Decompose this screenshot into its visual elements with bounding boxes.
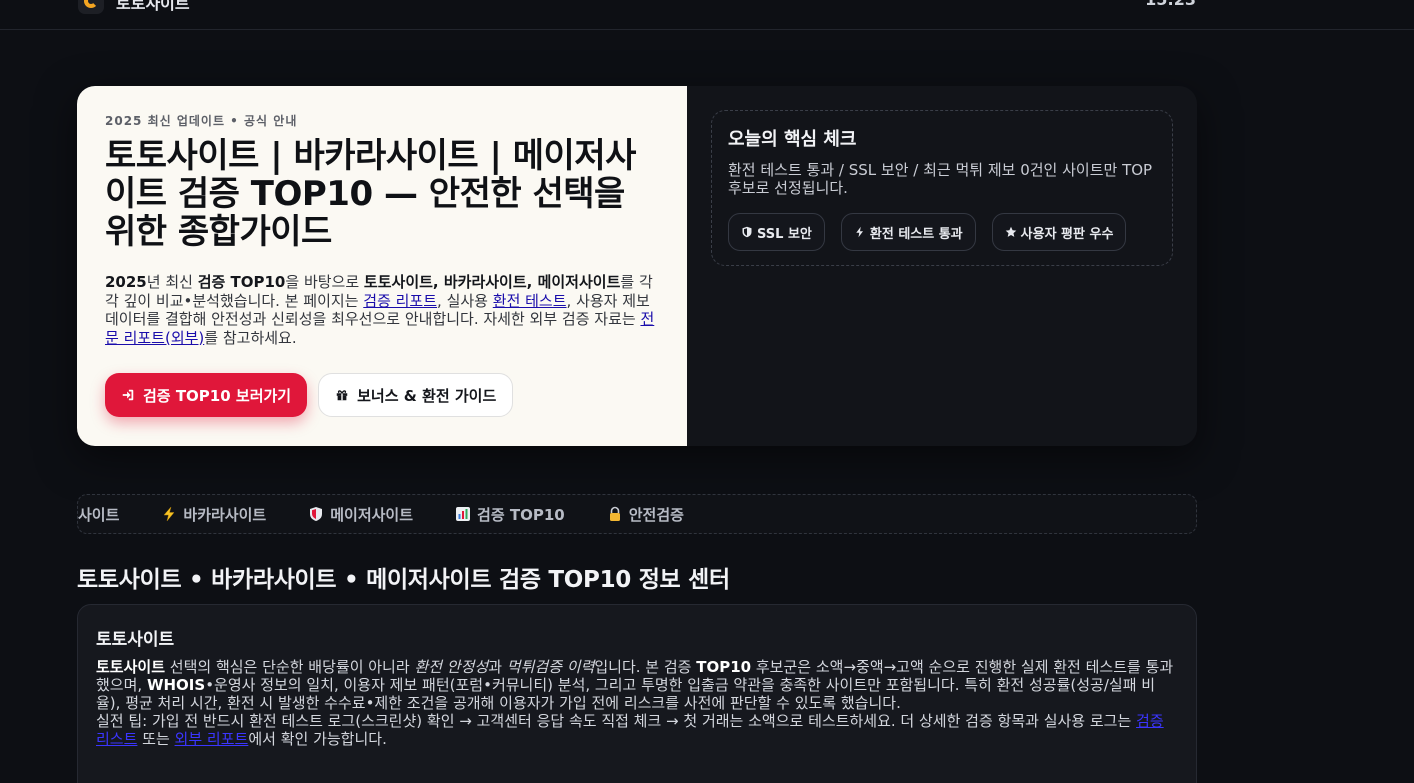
card-bold: TOP10 bbox=[696, 658, 752, 676]
chip-reputation[interactable]: 사용자 평판 우수 bbox=[991, 213, 1127, 251]
hero-eyebrow: 2025 최신 업데이트 • 공식 안내 bbox=[105, 114, 298, 128]
shield-icon bbox=[310, 507, 323, 521]
ticker-item-safety[interactable]: 안전검증 bbox=[607, 504, 684, 525]
ticker-label: 안전검증 bbox=[628, 505, 684, 524]
card-paragraph: 토토사이트 선택의 핵심은 단순한 배당률이 아니라 환전 안정성과 먹튀검증 … bbox=[96, 658, 1178, 748]
desc-text: 를 참고하세요. bbox=[204, 328, 297, 347]
card-italic: 먹튀검증 이력 bbox=[506, 658, 595, 676]
ticker-label: 바카라사이트 bbox=[183, 505, 267, 524]
gift-icon bbox=[336, 390, 348, 401]
ticker-label: 검증 TOP10 bbox=[477, 505, 565, 524]
bolt-icon bbox=[856, 226, 863, 238]
view-top10-button[interactable]: 검증 TOP10 보러가기 bbox=[105, 373, 308, 417]
desc-bold: 검증 TOP10 bbox=[197, 273, 286, 291]
card-text: 입니다. 본 검증 bbox=[594, 658, 697, 676]
star-icon bbox=[1005, 226, 1016, 237]
chip-label: SSL 보안 bbox=[757, 226, 812, 242]
desc-bold: 토토사이트, 바카라사이트, 메이저사이트 bbox=[363, 273, 621, 291]
card-text: •운영사 정보의 일치, 이용자 제보 패턴(포럼•커뮤니티) 분석, 그리고 … bbox=[96, 676, 1156, 712]
shield-icon bbox=[742, 226, 752, 238]
external-report-link[interactable]: 외부 리포트 bbox=[175, 730, 249, 748]
card-text: 실전 팁: 가입 전 반드시 환전 테스트 로그(스크린샷) 확인 → 고객센터… bbox=[96, 712, 1137, 730]
card-bold: WHOIS bbox=[146, 676, 206, 694]
view-top10-label: 검증 TOP10 보러가기 bbox=[143, 386, 292, 405]
card-italic: 환전 안정성 bbox=[414, 658, 489, 676]
clock: 15:23 bbox=[1145, 0, 1196, 9]
card-text: 에서 확인 가능합니다. bbox=[248, 730, 387, 748]
hero-description: 2025년 최신 검증 TOP10을 바탕으로 토토사이트, 바카라사이트, 메… bbox=[105, 273, 659, 347]
hero-right-panel: 오늘의 핵심 체크 환전 테스트 통과 / SSL 보안 / 최근 먹튀 제보 … bbox=[687, 86, 1197, 446]
card-text: 또는 bbox=[137, 730, 175, 748]
daily-check-description: 환전 테스트 통과 / SSL 보안 / 최근 먹튀 제보 0건인 사이트만 T… bbox=[728, 161, 1153, 197]
brand-name[interactable]: 토토사이트 bbox=[116, 0, 190, 14]
sign-in-icon bbox=[122, 389, 134, 401]
ticker-track: 사이트 바카라사이트 메이저사이트 검증 TOP10 안전검증 bbox=[78, 495, 726, 533]
c-logo-icon[interactable] bbox=[78, 0, 104, 14]
hero-title: 토토사이트 | 바카라사이트 | 메이저사이트 검증 TOP10 — 안전한 선… bbox=[105, 136, 636, 252]
bonus-guide-button[interactable]: 보너스 & 환전 가이드 bbox=[318, 373, 514, 417]
bar-chart-icon bbox=[456, 507, 471, 521]
section-title: 토토사이트 • 바카라사이트 • 메이저사이트 검증 TOP10 정보 센터 bbox=[77, 567, 730, 593]
bonus-guide-label: 보너스 & 환전 가이드 bbox=[357, 386, 497, 405]
chip-ssl[interactable]: SSL 보안 bbox=[728, 213, 825, 251]
toto-info-card: 토토사이트 토토사이트 선택의 핵심은 단순한 배당률이 아니라 환전 안정성과… bbox=[77, 604, 1197, 783]
card-bold: 토토사이트 bbox=[96, 658, 166, 676]
chip-exchange-test[interactable]: 환전 테스트 통과 bbox=[840, 213, 976, 251]
desc-text: 년 최신 bbox=[146, 273, 198, 291]
card-text: 과 bbox=[488, 658, 507, 676]
hero-left-panel: 2025 최신 업데이트 • 공식 안내 토토사이트 | 바카라사이트 | 메이… bbox=[77, 86, 687, 446]
chip-label: 환전 테스트 통과 bbox=[869, 226, 963, 242]
ticker-item-toto[interactable]: 사이트 bbox=[78, 504, 119, 525]
daily-check-title: 오늘의 핵심 체크 bbox=[728, 129, 857, 150]
lightning-icon bbox=[163, 506, 175, 522]
chip-row: SSL 보안 환전 테스트 통과 사용자 평판 우수 bbox=[728, 213, 1156, 251]
top-bar: 토토사이트 15:23 bbox=[0, 0, 1414, 30]
category-ticker: 사이트 바카라사이트 메이저사이트 검증 TOP10 안전검증 bbox=[77, 494, 1197, 534]
card-title: 토토사이트 bbox=[96, 630, 175, 650]
desc-text: 을 바탕으로 bbox=[285, 273, 364, 291]
ticker-item-top10[interactable]: 검증 TOP10 bbox=[455, 504, 565, 525]
lock-icon bbox=[609, 506, 620, 521]
hero-section: 2025 최신 업데이트 • 공식 안내 토토사이트 | 바카라사이트 | 메이… bbox=[77, 86, 1197, 446]
report-link[interactable]: 검증 리포트 bbox=[363, 292, 437, 310]
exchange-test-link[interactable]: 환전 테스트 bbox=[493, 292, 567, 310]
year-text: 2025 bbox=[105, 273, 147, 291]
card-text: 선택의 핵심은 단순한 배당률이 아니라 bbox=[165, 658, 415, 676]
chip-label: 사용자 평판 우수 bbox=[1020, 226, 1114, 242]
daily-check-box: 오늘의 핵심 체크 환전 테스트 통과 / SSL 보안 / 최근 먹튀 제보 … bbox=[711, 110, 1173, 266]
ticker-item-baccarat[interactable]: 바카라사이트 bbox=[161, 504, 266, 525]
cta-row: 검증 TOP10 보러가기 보너스 & 환전 가이드 bbox=[105, 373, 659, 417]
ticker-label: 사이트 bbox=[78, 505, 120, 524]
ticker-item-major[interactable]: 메이저사이트 bbox=[308, 504, 413, 525]
ticker-label: 메이저사이트 bbox=[330, 505, 414, 524]
desc-text: , 실사용 bbox=[437, 291, 493, 310]
